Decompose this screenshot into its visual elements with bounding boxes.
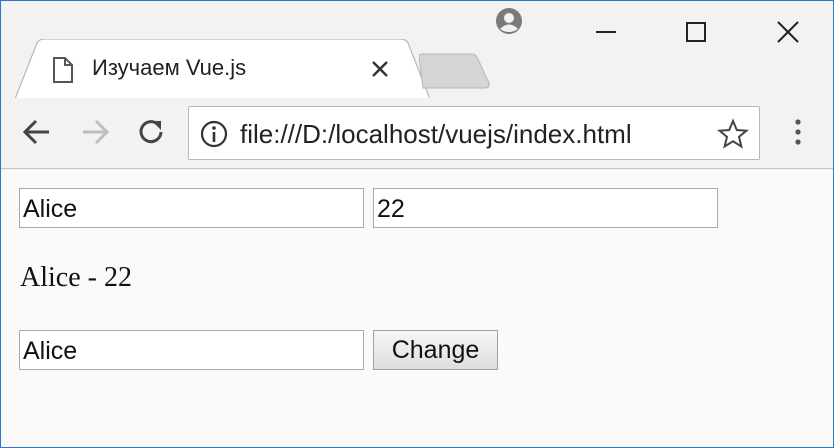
tab-strip: Изучаем Vue.js bbox=[1, 1, 833, 99]
page-content: Alice - 22 Change bbox=[1, 170, 833, 447]
maximize-icon bbox=[686, 22, 706, 42]
minimize-button[interactable] bbox=[561, 1, 651, 63]
info-icon[interactable] bbox=[199, 119, 229, 149]
arrow-right-icon bbox=[83, 119, 110, 145]
star-icon[interactable] bbox=[717, 118, 749, 150]
new-tab-button[interactable] bbox=[419, 53, 491, 89]
maximize-button[interactable] bbox=[651, 1, 741, 63]
user-icon[interactable] bbox=[495, 7, 523, 35]
close-tab-icon[interactable] bbox=[369, 58, 391, 80]
browser-window: Изучаем Vue.js file:///D:/localhost/vuej… bbox=[0, 0, 834, 448]
active-tab[interactable]: Изучаем Vue.js bbox=[15, 39, 430, 99]
change-button[interactable]: Change bbox=[373, 330, 498, 370]
page-icon bbox=[53, 57, 73, 83]
address-bar[interactable]: file:///D:/localhost/vuejs/index.html bbox=[188, 106, 760, 160]
name-input[interactable] bbox=[19, 188, 364, 228]
browser-toolbar: file:///D:/localhost/vuejs/index.html bbox=[1, 98, 833, 169]
age-input[interactable] bbox=[373, 188, 718, 228]
tab-title: Изучаем Vue.js bbox=[92, 55, 247, 80]
arrow-left-icon[interactable] bbox=[19, 114, 55, 150]
url-text[interactable]: file:///D:/localhost/vuejs/index.html bbox=[240, 119, 632, 150]
reload-icon[interactable] bbox=[133, 114, 169, 150]
close-icon bbox=[777, 21, 799, 43]
three-dots-icon[interactable] bbox=[783, 114, 813, 150]
change-name-input[interactable] bbox=[19, 330, 364, 370]
close-window-button[interactable] bbox=[743, 1, 833, 63]
minimize-icon bbox=[596, 31, 616, 33]
user-output-text: Alice - 22 bbox=[20, 262, 132, 293]
